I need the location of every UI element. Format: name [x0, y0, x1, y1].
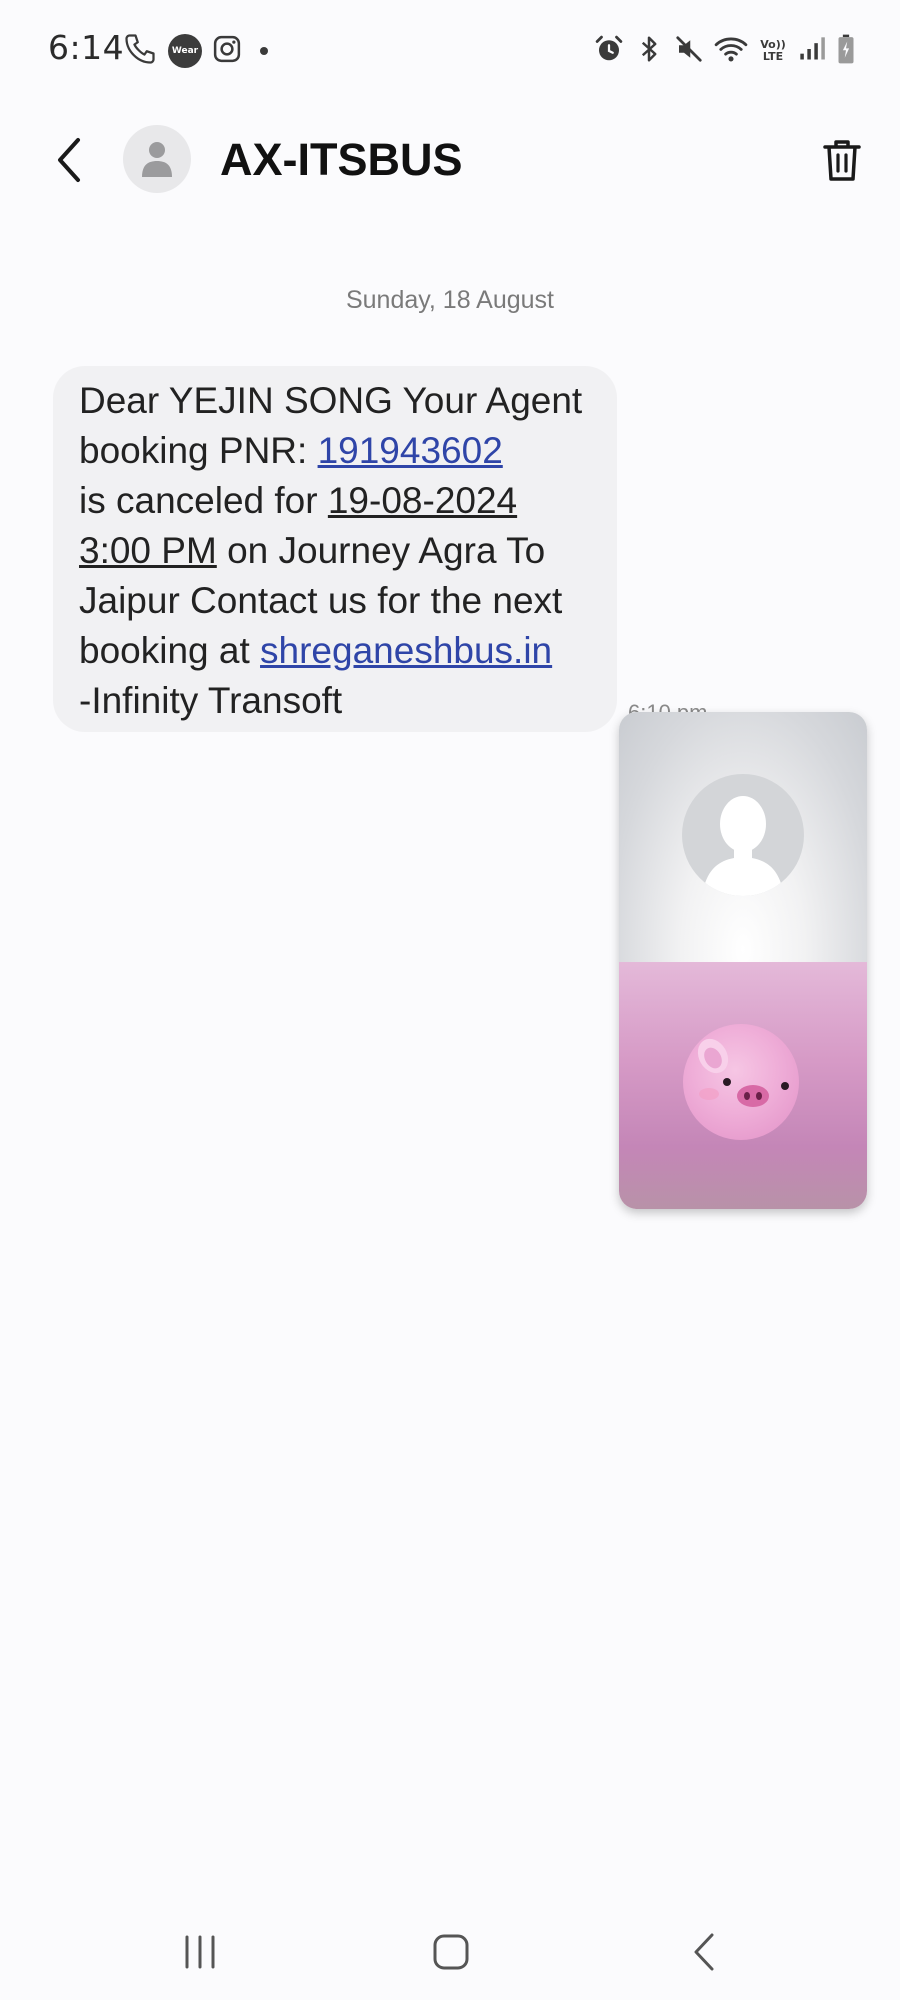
person-icon	[142, 142, 172, 177]
message-text: booking at	[79, 630, 261, 671]
trash-icon	[823, 140, 861, 181]
message-line: booking at shreganeshbus.in	[79, 626, 597, 676]
notification-dot	[260, 47, 268, 55]
message-line: Dear YEJIN SONG Your Agent	[79, 380, 583, 421]
message-line: is canceled for 19-08-2024	[79, 476, 597, 526]
pig-plush-avatar	[683, 1024, 799, 1140]
back-button[interactable]	[42, 132, 96, 188]
video-call-overlay[interactable]	[619, 712, 867, 1209]
mute-icon	[674, 34, 704, 68]
instagram-icon	[212, 34, 242, 68]
pnr-link[interactable]: 191943602	[318, 430, 503, 471]
message-line: -Infinity Transoft	[79, 680, 343, 721]
navigation-bar	[0, 1900, 900, 2000]
person-silhouette-icon	[682, 774, 804, 896]
wear-icon: Wear	[168, 34, 202, 68]
status-time: 6:14	[48, 28, 125, 67]
home-icon	[433, 1934, 469, 1970]
battery-icon	[836, 34, 856, 68]
bluetooth-icon	[634, 34, 664, 68]
home-button[interactable]	[421, 1930, 481, 1974]
recents-icon	[185, 1935, 215, 1969]
contact-avatar[interactable]	[123, 125, 191, 193]
message-line: Jaipur Contact us for the next	[79, 580, 563, 621]
message-line: 3:00 PM on Journey Agra To	[79, 526, 597, 576]
message-text: booking PNR:	[79, 430, 318, 471]
website-link[interactable]: shreganeshbus.in	[260, 630, 552, 671]
nav-back-button[interactable]	[674, 1930, 734, 1974]
chevron-left-icon	[58, 138, 80, 182]
date-divider: Sunday, 18 August	[345, 286, 555, 314]
delete-button[interactable]	[814, 132, 870, 188]
date-link[interactable]: 19-08-2024	[328, 480, 517, 521]
back-icon	[694, 1933, 714, 1971]
status-left-icons: Wear	[122, 32, 268, 70]
signal-icon	[798, 35, 826, 67]
wifi-icon	[714, 34, 748, 68]
conversation-header: AX-ITSBUS	[0, 110, 900, 210]
message-bubble[interactable]: Dear YEJIN SONG Your Agent booking PNR: …	[53, 366, 617, 732]
recents-button[interactable]	[170, 1930, 230, 1974]
status-right-icons: Vo)) LTE	[594, 32, 856, 70]
message-text: is canceled for	[79, 480, 328, 521]
contact-name[interactable]: AX-ITSBUS	[220, 134, 463, 186]
local-video-panel	[619, 962, 867, 1209]
volte-icon: Vo)) LTE	[760, 38, 786, 63]
alarm-icon	[594, 34, 624, 68]
time-link[interactable]: 3:00 PM	[79, 530, 217, 571]
phone-icon	[122, 31, 158, 71]
message-line: booking PNR: 191943602	[79, 426, 597, 476]
status-bar: 6:14 Wear Vo)) LTE	[0, 0, 900, 100]
message-text: on Journey Agra To	[216, 530, 546, 571]
remote-video-panel	[619, 712, 867, 962]
